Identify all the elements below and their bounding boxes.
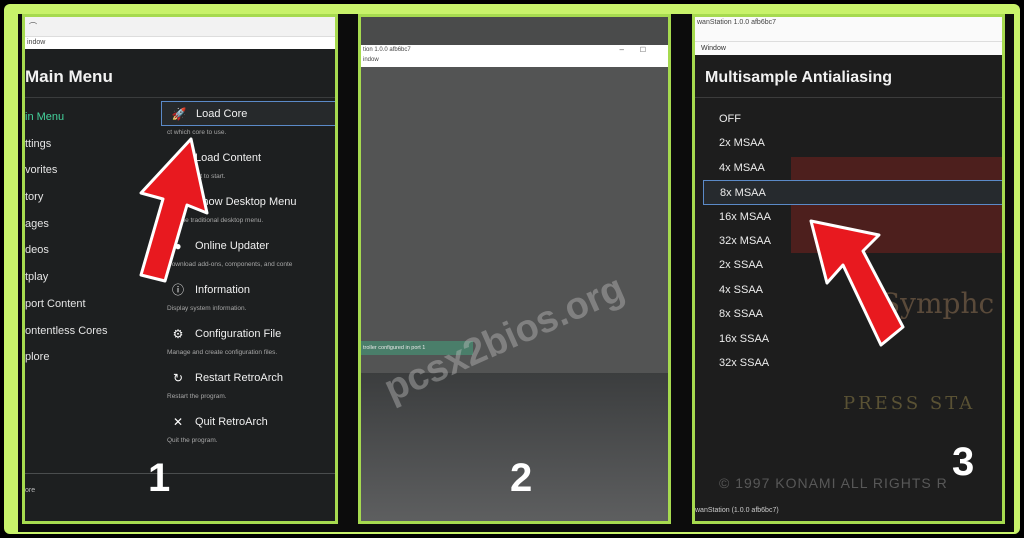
window-titlebar: ⌒ indow [25,17,335,49]
menu-item[interactable]: ↻ Restart RetroArch Restart the program. [161,365,335,409]
minimize-icon[interactable]: – [620,45,624,54]
panel-game-window: tion 1.0.0 afb6bc7 indow – ☐ troller con… [358,14,671,524]
menu-row[interactable]: 🚀 Load Core [161,101,335,126]
msaa-option[interactable]: 4x MSAA [703,156,1002,180]
window-menu-bar[interactable]: Window [695,41,1002,55]
arrow-shape [809,219,905,347]
footer-text: ore [25,487,36,494]
step-number-3: 3 [952,440,975,484]
window-titlebar: wanStation 1.0.0 afb6bc7 Window [695,17,1002,55]
window-control-fragment: ⌒ [29,22,37,31]
msaa-option[interactable]: 2x MSAA [703,131,1002,155]
red-arrow-annotation [809,219,905,347]
menu-item-label: Information [195,283,251,296]
menu-row[interactable]: ✕ Quit RetroArch [161,409,335,434]
menu-item-label: Show Desktop Menu [195,195,297,208]
step-number-2: 2 [510,456,533,500]
close-icon: ✕ [172,414,184,429]
sidebar-item[interactable]: in Menu [25,109,155,136]
background-game-text: PRESS STA [843,393,976,414]
menu-row[interactable]: ⚙ Configuration File [161,321,335,346]
menu-item[interactable]: ⓘ Information Display system information. [161,277,335,321]
window-menu-bar[interactable]: indow [363,57,379,63]
menu-item-description: Manage and create configuration files. [167,349,278,356]
msaa-option[interactable]: 8x MSAA [703,180,1002,205]
panel-retroarch-main-menu: ⌒ indow Main Menu in Menu ttings vorites to… [22,14,338,524]
menu-item-label: Restart RetroArch [195,371,284,384]
menu-row[interactable]: ↻ Restart RetroArch [161,365,335,390]
page-title: Multisample Antialiasing [705,69,892,86]
step-number-1: 1 [148,456,171,500]
gears-icon: ⚙ [172,326,184,341]
footer-text: wanStation (1.0.0 afb6bc7) [695,507,779,514]
red-arrow-annotation [139,137,209,283]
msaa-option[interactable]: OFF [703,107,1002,131]
menu-item-label: Load Core [196,107,248,120]
rocket-icon: 🚀 [171,106,187,121]
window-title: tion 1.0.0 afb6bc7 [363,47,411,53]
sidebar-item[interactable]: plore [25,349,155,376]
menu-item-label: Configuration File [195,327,282,340]
menu-item[interactable]: ✕ Quit RetroArch Quit the program. [161,409,335,453]
menu-item-description: Restart the program. [167,393,227,400]
window-titlebar: tion 1.0.0 afb6bc7 indow – ☐ [361,45,668,67]
divider [695,97,1002,98]
menu-item[interactable]: ⚙ Configuration File Manage and create con… [161,321,335,365]
page-title: Main Menu [25,67,113,86]
arrow-shape [139,137,209,283]
menu-item-label: Quit RetroArch [195,415,268,428]
background-copyright-text: © 1997 KONAMI ALL RIGHTS R [719,475,948,491]
window-menu-bar[interactable]: indow [25,36,335,49]
window-title: wanStation 1.0.0 afb6bc7 [697,19,777,26]
sidebar-item[interactable]: port Content [25,296,155,323]
maximize-icon[interactable]: ☐ [640,46,646,54]
divider [25,473,335,474]
info-icon: ⓘ [171,283,184,297]
sidebar-item[interactable]: ontentless Cores [25,323,155,350]
menu-item-description: Quit the program. [167,437,218,444]
restart-icon: ↻ [172,370,184,385]
divider [25,97,335,98]
menu-item-description: Display system information. [167,305,247,312]
msaa-option[interactable]: 32x SSAA [703,351,1002,375]
